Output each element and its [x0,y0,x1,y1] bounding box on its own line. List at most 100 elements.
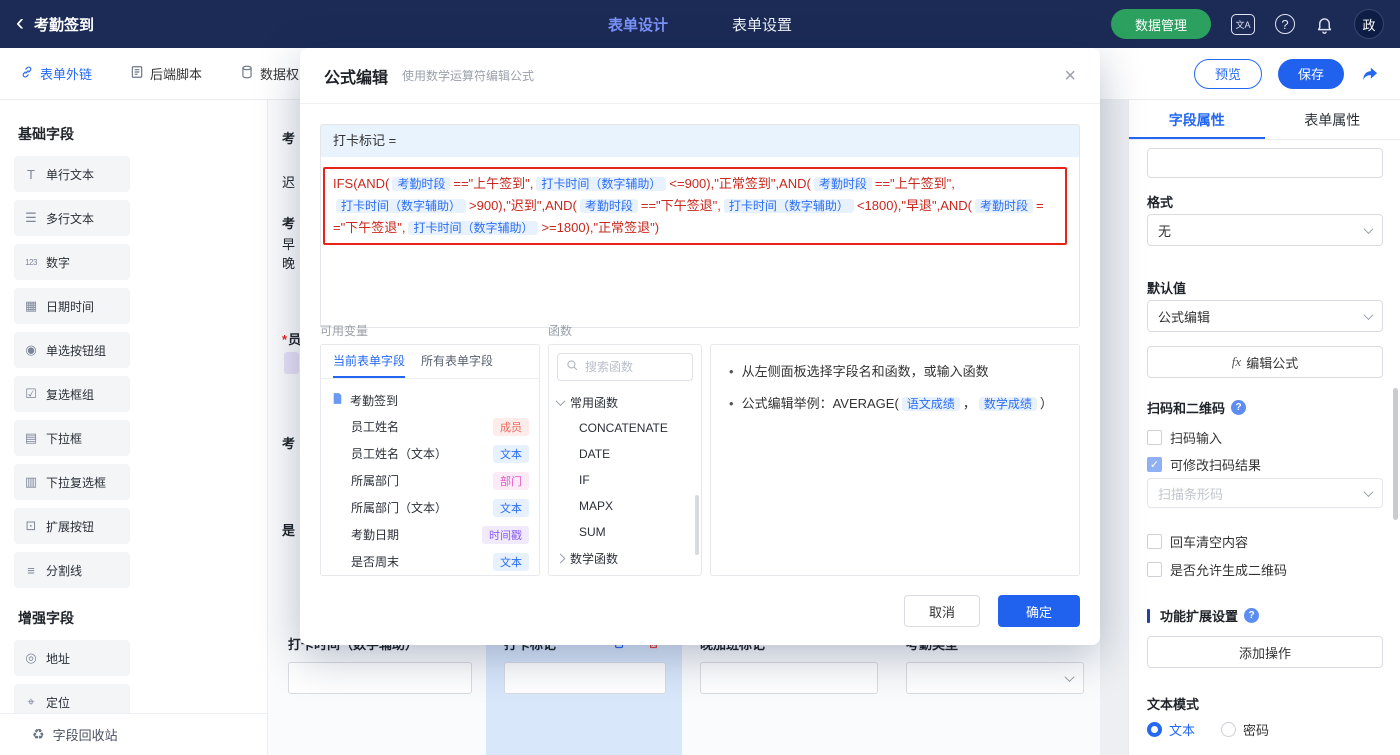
sidebar-field-grid: T 单行文本 ☰ 多行文本 123 数字 ▦ 日期时间 ◉ 单选按钮组 ☑ 复选框组 ▤ 下拉框 ▥ 下拉复选… [14,156,253,588]
checkbox-icon[interactable] [1147,562,1162,577]
script-icon [130,65,144,82]
checkbox-allow-qrcode[interactable]: 是否允许生成二维码 [1147,560,1287,579]
variable-item[interactable]: 所属部门（文本） 文本 [331,494,529,521]
radio-icon[interactable] [1221,722,1237,737]
function-search-box[interactable] [557,353,693,381]
field-type-label: 数字 [46,255,71,270]
user-avatar[interactable]: 政 [1354,9,1384,39]
add-action-button[interactable]: 添加操作 [1147,636,1383,668]
confirm-button[interactable]: 确定 [998,595,1080,627]
field-recycle-bin[interactable]: ♻ 字段回收站 [0,713,267,755]
formula-field-token: 考勤时段 [975,199,1034,213]
help-icon[interactable]: ? [1275,14,1295,34]
function-group[interactable]: 文本函数 [557,571,693,577]
formula-target-bar: 打卡标记 = [321,125,1079,157]
palette-field-button[interactable]: ⊡ 扩展按钮 [14,508,130,544]
variable-item[interactable]: 员工姓名（文本） 文本 [331,440,529,467]
section-bar-icon [1147,608,1150,623]
variable-item[interactable]: 考勤日期 时间戳 [331,521,529,548]
palette-field-button[interactable]: ◎ 地址 [14,640,130,676]
formula-text-token: <1800),"早退",AND( [856,198,972,213]
data-manage-button[interactable]: 数据管理 [1110,9,1211,39]
palette-field-button[interactable]: ≡ 分割线 [14,552,130,588]
function-group[interactable]: 数学函数 [555,545,693,571]
field-select[interactable] [906,662,1084,694]
checkbox-icon[interactable] [1147,430,1162,445]
back-button[interactable]: ‹ [16,10,24,35]
tab-form-design[interactable]: 表单设计 [608,14,668,35]
radio-selected-icon[interactable] [1147,722,1162,737]
field-type-icon: ≡ [27,562,35,578]
variable-name: 考勤日期 [351,528,400,542]
cancel-button[interactable]: 取消 [904,595,980,627]
palette-field-button[interactable]: ▦ 日期时间 [14,288,130,324]
tab-field-properties[interactable]: 字段属性 [1129,100,1265,139]
close-icon[interactable]: × [1064,66,1076,86]
edit-formula-button[interactable]: fx 编辑公式 [1147,346,1383,378]
function-item[interactable]: SUM [557,519,693,545]
translate-icon[interactable]: 文A [1231,13,1255,35]
backend-script-button[interactable]: 后端脚本 [130,64,202,83]
help-circle-icon[interactable]: ? [1244,608,1260,623]
chevron-right-icon [555,553,566,563]
notifications-bell-icon[interactable] [1315,15,1334,34]
checkbox-checked-icon[interactable]: ✓ [1147,457,1162,472]
checkbox-scan-input[interactable]: 扫码输入 [1147,428,1222,447]
field-title-input[interactable] [1147,148,1383,178]
share-icon[interactable] [1360,64,1380,84]
tab-all-form-fields[interactable]: 所有表单字段 [421,345,493,378]
palette-field-button[interactable]: ▤ 下拉框 [14,420,130,456]
function-group-name: 文本函数 [570,576,618,577]
checkbox-icon[interactable] [1147,534,1162,549]
palette-field-button[interactable]: ◉ 单选按钮组 [14,332,130,368]
default-value-select[interactable]: 公式编辑 [1147,300,1383,332]
variable-item[interactable]: 员工姓名 成员 [331,413,529,440]
checkbox-label: 是否允许生成二维码 [1170,563,1288,578]
palette-field-button[interactable]: ▥ 下拉复选框 [14,464,130,500]
form-external-link-button[interactable]: 表单外链 [20,64,92,83]
recycle-bin-label: 字段回收站 [52,728,118,743]
tab-current-form-fields[interactable]: 当前表单字段 [333,345,405,378]
preview-button[interactable]: 预览 [1194,58,1262,89]
function-item[interactable]: CONCATENATE [557,415,693,441]
variable-item[interactable]: 所属部门 部门 [331,467,529,494]
function-item[interactable]: DATE [557,441,693,467]
palette-field-button[interactable]: T 单行文本 [14,156,130,192]
radio-text-mode[interactable]: 文本 [1147,720,1195,739]
barcode-select[interactable]: 扫描条形码 [1147,478,1383,508]
right-properties-panel: 字段属性 表单属性 格式 无 默认值 公式编辑 fx 编辑公式 扫码和二维码 ?… [1128,100,1400,755]
selected-field-card[interactable]: 打卡标记 [486,628,682,755]
function-list-scrollbar[interactable] [695,495,699,555]
tab-form-settings[interactable]: 表单设置 [732,14,792,35]
variable-name: 所属部门 [351,474,400,488]
palette-field-button[interactable]: ☰ 多行文本 [14,200,130,236]
help-circle-icon[interactable]: ? [1231,400,1247,415]
variable-item[interactable]: 是否周末 文本 [331,548,529,575]
field-input[interactable] [504,662,666,694]
function-group[interactable]: 常用函数 [555,389,693,415]
function-item[interactable]: MAPX [557,493,693,519]
formula-text-token: =="上午签到", [453,176,534,191]
variable-tabs: 当前表单字段 所有表单字段 [321,345,539,379]
checkbox-label: 回车清空内容 [1170,535,1249,550]
palette-field-button[interactable]: 123 数字 [14,244,130,280]
functions-label: 函数 [548,324,573,338]
save-button[interactable]: 保存 [1278,58,1344,89]
clipped-field-label: 是 [282,523,296,538]
palette-field-button[interactable]: ☑ 复选框组 [14,376,130,412]
format-select[interactable]: 无 [1147,214,1383,246]
formula-input-area[interactable]: IFS(AND(考勤时段 =="上午签到", 打卡时间（数字辅助） <=900),"正… [321,167,1079,327]
radio-password-mode[interactable]: 密码 [1221,720,1269,739]
tab-form-properties[interactable]: 表单属性 [1265,100,1400,139]
formula-tip: • 公式编辑举例：AVERAGE(语文成绩，数学成绩） [729,393,1061,415]
field-token: 数学成绩 [978,397,1037,411]
function-item[interactable]: IF [557,467,693,493]
variable-type-tag: 部门 [493,471,529,490]
checkbox-modifiable-result[interactable]: ✓ 可修改扫码结果 [1147,455,1261,474]
variable-tree-root[interactable]: 考勤签到 [331,387,529,413]
page-scrollbar[interactable] [1393,388,1398,520]
field-input[interactable] [700,662,878,694]
function-search-input[interactable] [585,360,684,374]
checkbox-clear-on-enter[interactable]: 回车清空内容 [1147,532,1248,551]
field-input[interactable] [288,662,472,694]
